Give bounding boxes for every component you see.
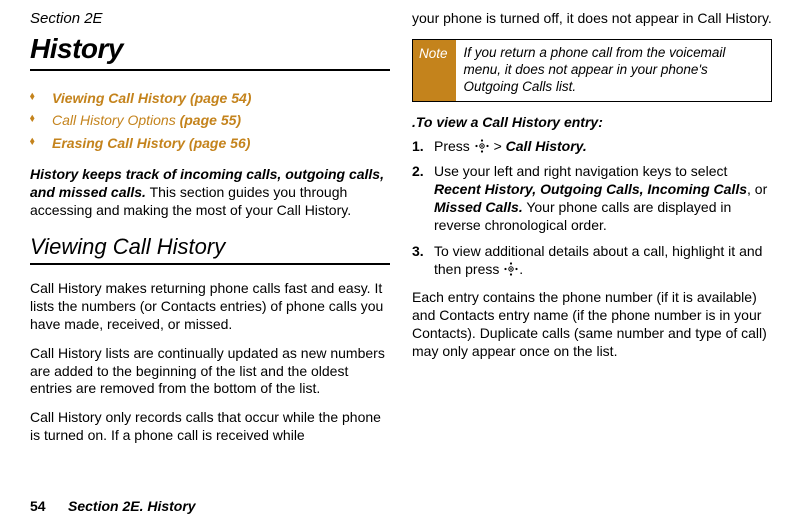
- body-paragraph: Call History makes returning phone calls…: [30, 280, 390, 334]
- step-item: Use your left and right navigation keys …: [412, 163, 772, 235]
- page-footer: 54Section 2E. History: [30, 492, 772, 514]
- contents-label: Call History Options: [52, 112, 176, 128]
- step-item: Press > Call History.: [412, 138, 772, 156]
- contents-label: Erasing Call History: [52, 135, 185, 151]
- step-item: To view additional details about a call,…: [412, 243, 772, 279]
- note-callout: Note If you return a phone call from the…: [412, 39, 772, 102]
- step-text: , or: [747, 181, 767, 197]
- ui-label: Outgoing Calls: [536, 181, 639, 197]
- page-number: 54: [30, 498, 68, 514]
- contents-item: ⬧ Call History Options (page 55): [30, 109, 390, 131]
- ui-label: , Incoming Calls: [640, 181, 747, 197]
- section-label: Section 2E: [30, 10, 390, 27]
- body-paragraph: Each entry contains the phone number (if…: [412, 289, 772, 361]
- page-title: History: [30, 33, 390, 71]
- contents-pageref: (page 54): [186, 90, 251, 106]
- step-text: .: [519, 261, 523, 277]
- step-text: To view additional details about a call,…: [434, 243, 762, 277]
- diamond-icon: ⬧: [30, 134, 52, 150]
- contents-label: Viewing Call History: [52, 90, 186, 106]
- ui-label: Recent History,: [434, 181, 536, 197]
- step-text: Press: [434, 138, 474, 154]
- note-label: Note: [413, 40, 456, 101]
- diamond-icon: ⬧: [30, 111, 52, 127]
- intro-paragraph: History keeps track of incoming calls, o…: [30, 166, 390, 220]
- section-heading: Viewing Call History: [30, 234, 390, 265]
- body-paragraph-continued: your phone is turned off, it does not ap…: [412, 10, 772, 28]
- footer-section-label: Section 2E. History: [68, 498, 196, 514]
- steps-list: Press > Call History. Use your left and …: [412, 138, 772, 279]
- body-paragraph: Call History lists are continually updat…: [30, 345, 390, 399]
- step-text: >: [490, 138, 506, 154]
- note-text: If you return a phone call from the voic…: [456, 40, 771, 101]
- body-paragraph: Call History only records calls that occ…: [30, 409, 390, 445]
- contents-item: ⬧ Erasing Call History (page 56): [30, 132, 390, 154]
- ui-label: Missed Calls.: [434, 199, 523, 215]
- contents-item: ⬧ Viewing Call History (page 54): [30, 87, 390, 109]
- contents-pageref: (page 55): [176, 112, 241, 128]
- diamond-icon: ⬧: [30, 89, 52, 105]
- nav-key-icon: [504, 262, 518, 276]
- step-text: Use your left and right navigation keys …: [434, 163, 727, 179]
- contents-list: ⬧ Viewing Call History (page 54) ⬧ Call …: [30, 87, 390, 154]
- ui-label: Call History.: [506, 138, 587, 154]
- nav-key-icon: [475, 139, 489, 153]
- task-heading: .To view a Call History entry:: [412, 114, 772, 130]
- contents-pageref: (page 56): [185, 135, 250, 151]
